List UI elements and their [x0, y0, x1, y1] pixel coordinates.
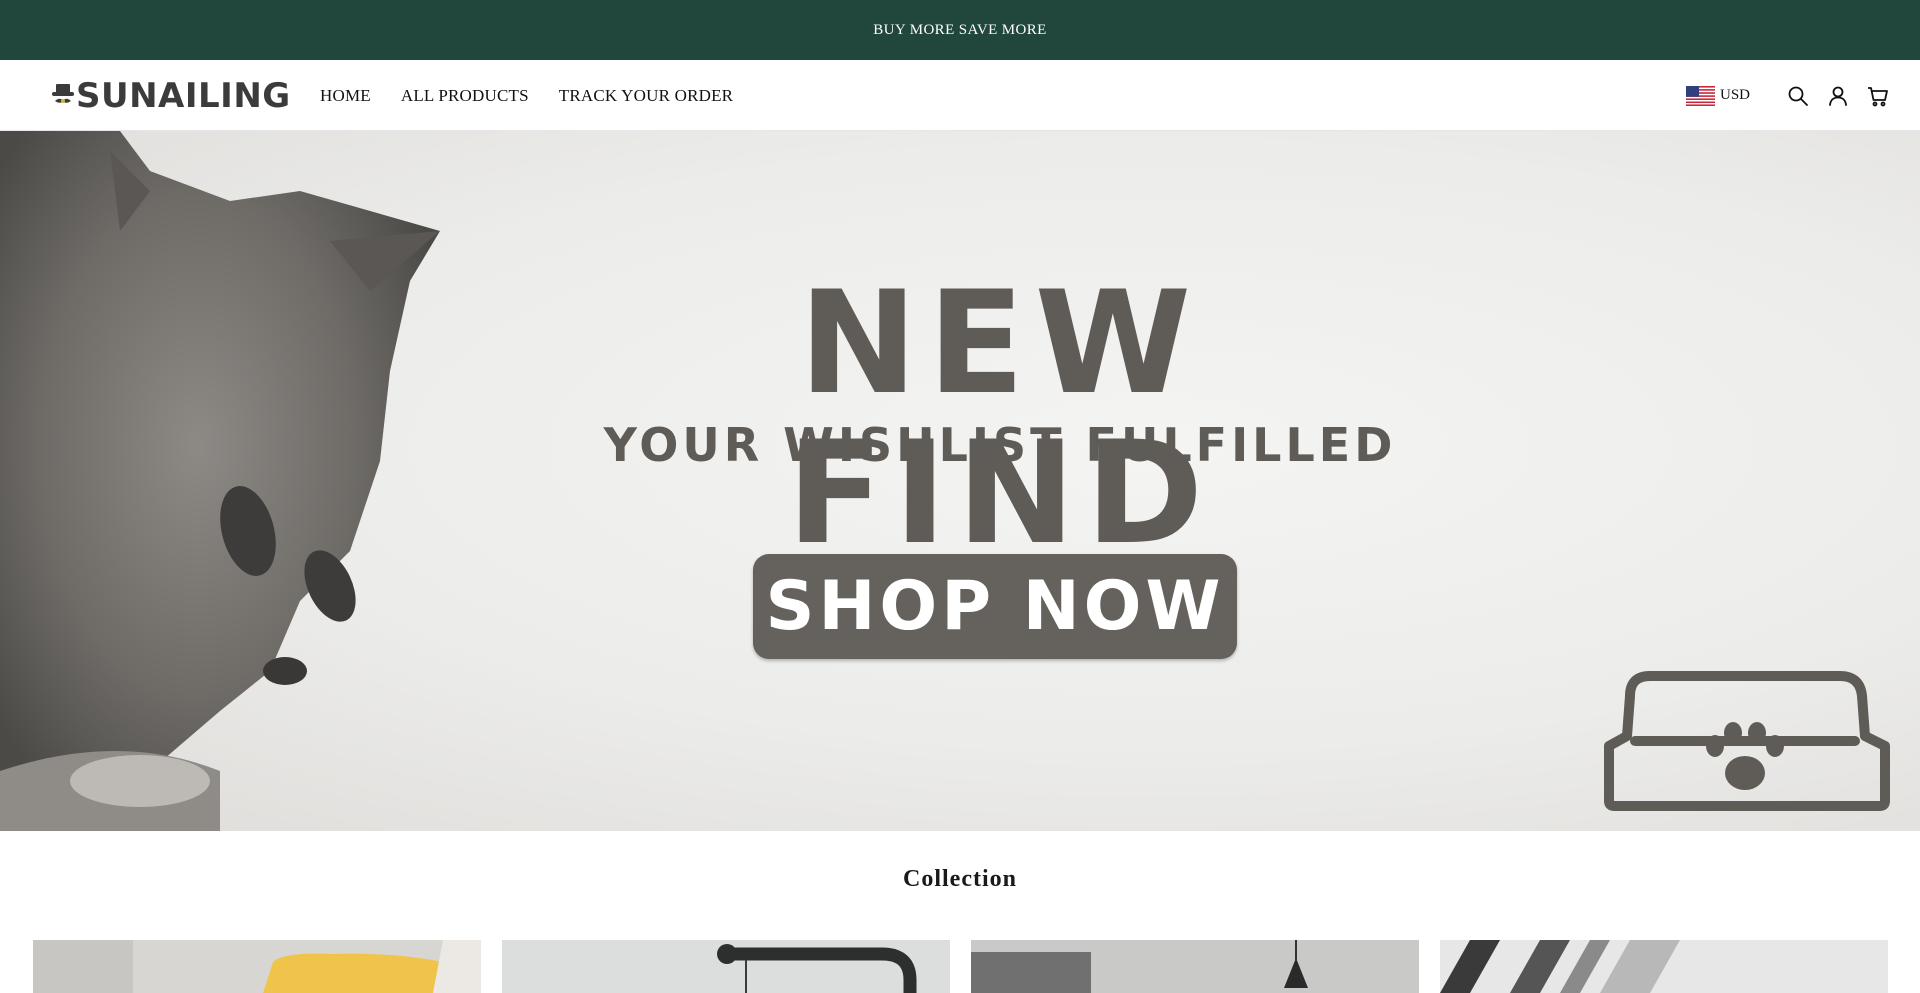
logo[interactable]: SUNAILING — [52, 76, 291, 116]
main-nav: HOME ALL PRODUCTS TRACK YOUR ORDER — [320, 60, 733, 131]
collection-card-decor[interactable] — [1440, 940, 1888, 993]
cat-illustration — [0, 131, 440, 831]
account-icon[interactable] — [1826, 84, 1850, 108]
nav-all-products[interactable]: ALL PRODUCTS — [401, 86, 529, 106]
nav-track-order[interactable]: TRACK YOUR ORDER — [559, 86, 733, 106]
logo-text: SUNAILING — [76, 76, 291, 116]
floor-lamp-image — [502, 940, 950, 993]
pendant-lamp-image — [971, 940, 1419, 993]
nav-home[interactable]: HOME — [320, 86, 371, 106]
collection-card-pendant-lamp[interactable] — [971, 940, 1419, 993]
shop-now-button[interactable]: SHOP NOW — [753, 554, 1237, 659]
collection-card-sofa[interactable] — [33, 940, 481, 993]
pet-bed-paw-icon — [1604, 671, 1890, 811]
currency-label: USD — [1719, 87, 1750, 103]
collection-grid — [33, 940, 1889, 993]
site-header: SUNAILING HOME ALL PRODUCTS TRACK YOUR O… — [0, 60, 1920, 131]
search-icon[interactable] — [1786, 84, 1810, 108]
hero-banner[interactable]: NEW FIND YOUR WISHLIST FULFILLED SHOP NO… — [0, 131, 1920, 831]
hero-subtitle: YOUR WISHLIST FULFILLED — [603, 418, 1397, 472]
hat-mustache-icon — [52, 84, 74, 103]
collection-card-floor-lamp[interactable] — [502, 940, 950, 993]
us-flag-icon — [1685, 85, 1715, 106]
sofa-cushion-image — [33, 940, 481, 993]
cart-icon[interactable] — [1866, 84, 1890, 108]
chrome-decor-image — [1440, 940, 1888, 993]
announcement-text: BUY MORE SAVE MORE — [873, 21, 1047, 38]
header-actions: USD — [1685, 60, 1890, 131]
currency-selector[interactable]: USD — [1685, 85, 1750, 106]
collection-title: Collection — [903, 866, 1017, 892]
announcement-bar: BUY MORE SAVE MORE — [0, 0, 1920, 60]
